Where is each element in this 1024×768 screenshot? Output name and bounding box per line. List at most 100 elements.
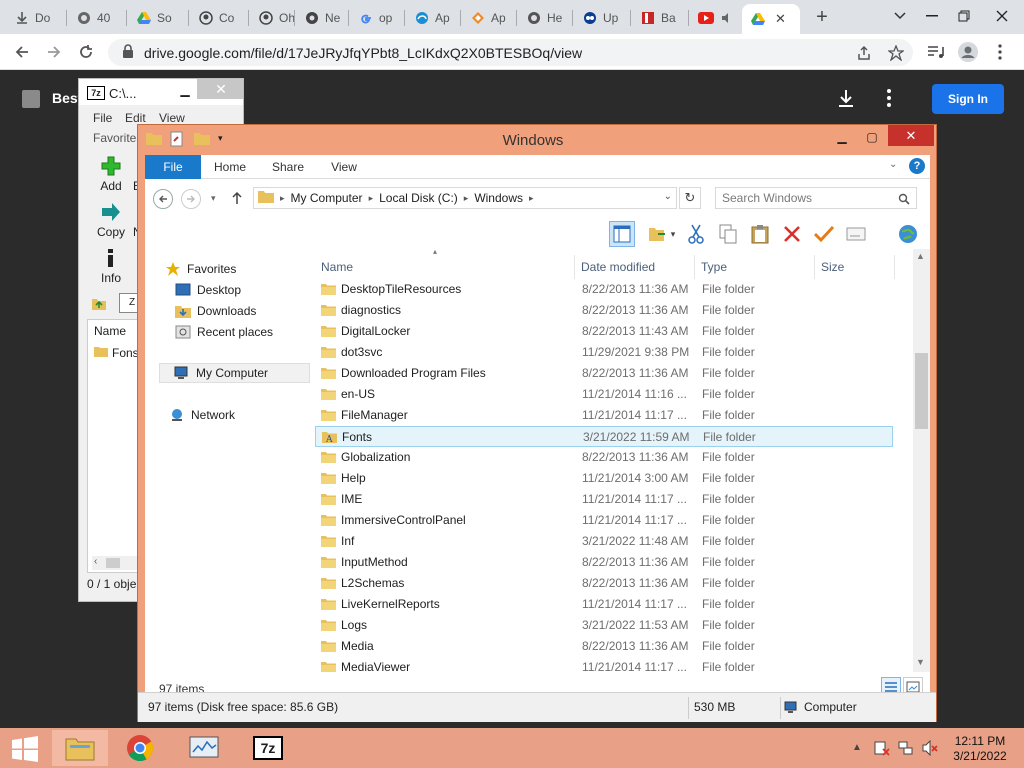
browser-tab[interactable]: Ap: [406, 4, 460, 32]
file-row[interactable]: LiveKernelReports 11/21/2014 11:17 ... Fil…: [315, 594, 893, 615]
file-row[interactable]: Globalization 8/22/2013 11:36 AM File fold…: [315, 447, 893, 468]
browser-tab[interactable]: Up: [574, 4, 630, 32]
globe-icon[interactable]: [895, 221, 921, 247]
taskbar-sevenzip[interactable]: 7z: [240, 730, 296, 766]
column-size[interactable]: Size: [815, 255, 895, 279]
nav-downloads[interactable]: Downloads: [175, 301, 256, 321]
up-arrow-icon[interactable]: [231, 191, 245, 207]
back-arrow-icon[interactable]: [153, 189, 173, 209]
network-tray-icon[interactable]: [898, 740, 914, 756]
browser-tab-active[interactable]: ✕: [742, 4, 800, 34]
explorer-minimize-button[interactable]: ▁: [828, 127, 856, 147]
sevenzip-menu-edit[interactable]: Edit: [125, 111, 146, 125]
search-input[interactable]: Search Windows: [715, 187, 917, 209]
file-row[interactable]: diagnostics 8/22/2013 11:36 AM File folder: [315, 300, 893, 321]
address-bar[interactable]: drive.google.com/file/d/17JeJRyJfqYPbt8_…: [108, 39, 913, 66]
browser-tab[interactable]: Ba: [632, 4, 688, 32]
taskbar-file-explorer[interactable]: [52, 730, 108, 766]
browser-tab[interactable]: op: [350, 4, 404, 32]
cut-icon[interactable]: [683, 221, 709, 247]
file-row[interactable]: en-US 11/21/2014 11:16 ... File folder: [315, 384, 893, 405]
column-type[interactable]: Type: [695, 255, 815, 279]
scroll-down-icon[interactable]: ▼: [916, 657, 925, 667]
bookmark-star-icon[interactable]: [886, 43, 906, 63]
ribbon-tab-file[interactable]: File: [145, 155, 201, 179]
paste-icon[interactable]: [747, 221, 773, 247]
browser-tab[interactable]: So: [128, 4, 188, 32]
action-center-icon[interactable]: [874, 740, 890, 756]
profile-avatar[interactable]: [956, 40, 980, 64]
nav-my-computer[interactable]: My Computer: [159, 363, 310, 383]
browser-tab[interactable]: Ne: [296, 4, 348, 32]
file-row[interactable]: DigitalLocker 8/22/2013 11:43 AM File fold…: [315, 321, 893, 342]
address-dropdown-icon[interactable]: ⌄: [664, 191, 672, 202]
browser-tab[interactable]: Oh: [250, 4, 294, 32]
tray-expand-icon[interactable]: ▲: [852, 742, 862, 753]
start-button[interactable]: [12, 736, 38, 762]
close-tab-icon[interactable]: ✕: [775, 11, 786, 27]
forward-button[interactable]: [42, 40, 66, 64]
sevenzip-close-button[interactable]: ✕: [197, 79, 243, 99]
back-button[interactable]: [10, 40, 34, 64]
chrome-menu-icon[interactable]: [988, 40, 1012, 64]
recent-locations-icon[interactable]: ▾: [211, 193, 216, 204]
nav-favorites[interactable]: Favorites: [165, 259, 236, 279]
preview-pane-icon[interactable]: [609, 221, 635, 247]
up-folder-icon[interactable]: [91, 295, 107, 311]
sevenzip-info-button[interactable]: Info: [93, 247, 129, 285]
copy-icon[interactable]: [715, 221, 741, 247]
sevenzip-menu-file[interactable]: File: [93, 111, 112, 125]
sign-in-button[interactable]: Sign In: [932, 84, 1004, 114]
taskbar-chrome[interactable]: [112, 730, 168, 766]
scroll-thumb[interactable]: [915, 353, 928, 429]
breadcrumb-local-disk[interactable]: Local Disk (C:): [379, 191, 458, 205]
column-date-modified[interactable]: Date modified: [575, 255, 695, 279]
new-tab-button[interactable]: +: [812, 6, 832, 28]
taskbar-performance-monitor[interactable]: [176, 730, 232, 766]
nav-recent-places[interactable]: Recent places: [175, 322, 273, 342]
browser-tab-youtube[interactable]: [690, 4, 738, 32]
move-dropdown-icon[interactable]: ▾: [667, 221, 679, 247]
sevenzip-menu-view[interactable]: View: [159, 111, 185, 125]
close-window-button[interactable]: [982, 2, 1022, 30]
file-row[interactable]: Inf 3/21/2022 11:48 AM File folder: [315, 531, 893, 552]
browser-tab[interactable]: He: [518, 4, 572, 32]
file-row[interactable]: IME 11/21/2014 11:17 ... File folder: [315, 489, 893, 510]
breadcrumb-my-computer[interactable]: My Computer: [291, 191, 363, 205]
properties-bar-icon[interactable]: [843, 221, 869, 247]
browser-tab[interactable]: 40: [68, 4, 126, 32]
system-clock[interactable]: 12:11 PM 3/21/2022: [948, 734, 1012, 764]
file-row[interactable]: Help 11/21/2014 3:00 AM File folder: [315, 468, 893, 489]
rename-check-icon[interactable]: [811, 221, 837, 247]
column-name[interactable]: Name: [315, 255, 575, 279]
scroll-up-icon[interactable]: ▲: [916, 251, 925, 261]
help-icon[interactable]: ?: [909, 158, 925, 174]
ribbon-tab-share[interactable]: Share: [263, 155, 313, 179]
forward-arrow-icon[interactable]: [181, 189, 201, 209]
file-row[interactable]: Logs 3/21/2022 11:53 AM File folder: [315, 615, 893, 636]
breadcrumb-windows[interactable]: Windows: [474, 191, 523, 205]
sevenzip-copy-button[interactable]: Copy: [93, 201, 129, 239]
file-list-scrollbar[interactable]: ▲ ▼: [913, 249, 930, 672]
nav-desktop[interactable]: Desktop: [175, 280, 241, 300]
explorer-close-button[interactable]: ✕: [888, 125, 934, 146]
browser-tab[interactable]: Ap: [462, 4, 516, 32]
restore-button[interactable]: [944, 2, 984, 30]
volume-muted-icon[interactable]: [922, 739, 938, 757]
download-icon[interactable]: [836, 88, 860, 112]
browser-tab[interactable]: Do: [6, 4, 64, 32]
address-path[interactable]: ▸ My Computer ▸ Local Disk (C:) ▸ Window…: [253, 187, 677, 209]
more-options-icon[interactable]: [886, 88, 906, 112]
nav-network[interactable]: Network: [169, 405, 235, 425]
reload-button[interactable]: [74, 40, 98, 64]
file-row[interactable]: DesktopTileResources 8/22/2013 11:36 AM Fi…: [315, 279, 893, 300]
ribbon-tab-home[interactable]: Home: [205, 155, 255, 179]
delete-icon[interactable]: [779, 221, 805, 247]
file-row[interactable]: InputMethod 8/22/2013 11:36 AM File folder: [315, 552, 893, 573]
media-queue-icon[interactable]: [924, 40, 948, 64]
ribbon-tab-view[interactable]: View: [319, 155, 369, 179]
sevenzip-minimize-button[interactable]: ▁: [171, 83, 199, 101]
file-row[interactable]: Media 8/22/2013 11:36 AM File folder: [315, 636, 893, 657]
file-row[interactable]: L2Schemas 8/22/2013 11:36 AM File folder: [315, 573, 893, 594]
browser-tab[interactable]: Co: [190, 4, 248, 32]
